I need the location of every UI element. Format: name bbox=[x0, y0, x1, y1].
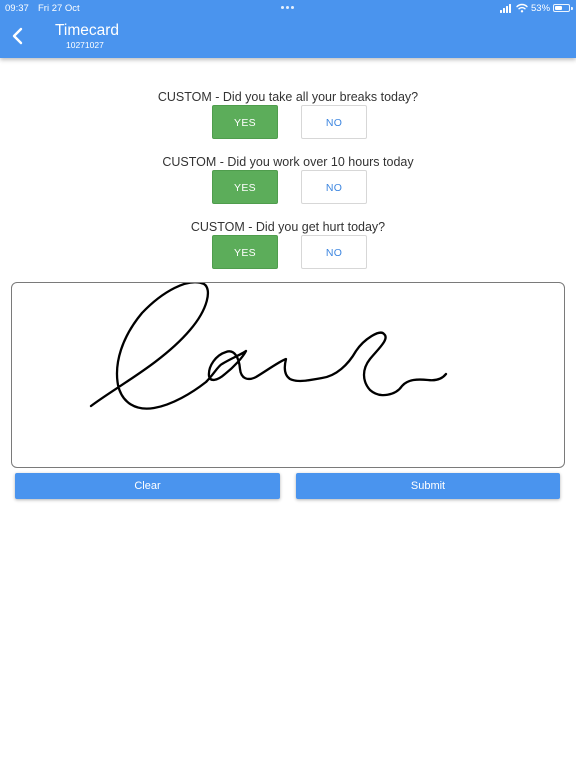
question-overtime-label: CUSTOM - Did you work over 10 hours toda… bbox=[162, 155, 414, 169]
status-time: 09:37 bbox=[5, 3, 29, 14]
battery-percentage: 53% bbox=[531, 3, 551, 14]
breaks-no-button[interactable]: NO bbox=[301, 105, 367, 139]
status-bar: 09:37 Fri 27 Oct 53% bbox=[0, 0, 576, 16]
submit-button[interactable]: Submit bbox=[296, 473, 560, 499]
signature-drawing bbox=[89, 283, 448, 410]
injury-yes-button[interactable]: YES bbox=[212, 235, 278, 269]
page-title: Timecard bbox=[55, 22, 120, 39]
chevron-left-icon[interactable] bbox=[6, 24, 30, 48]
multitasking-dots-icon[interactable] bbox=[281, 6, 296, 10]
overtime-yes-button[interactable]: YES bbox=[212, 170, 278, 204]
battery-tip bbox=[571, 7, 573, 10]
question-injury-label: CUSTOM - Did you get hurt today? bbox=[190, 220, 386, 234]
status-date: Fri 27 Oct bbox=[38, 3, 80, 14]
signal-icon bbox=[500, 4, 513, 13]
page-subtitle: 10271027 bbox=[66, 40, 104, 50]
breaks-yes-button[interactable]: YES bbox=[212, 105, 278, 139]
injury-no-button[interactable]: NO bbox=[301, 235, 367, 269]
signature-pad[interactable] bbox=[11, 282, 565, 468]
app-header: 09:37 Fri 27 Oct 53% Timecard 10271027 bbox=[0, 0, 576, 58]
wifi-icon bbox=[516, 3, 528, 13]
overtime-no-button[interactable]: NO bbox=[301, 170, 367, 204]
question-breaks-label: CUSTOM - Did you take all your breaks to… bbox=[157, 90, 419, 104]
clear-button[interactable]: Clear bbox=[15, 473, 280, 499]
battery-icon bbox=[553, 4, 570, 12]
